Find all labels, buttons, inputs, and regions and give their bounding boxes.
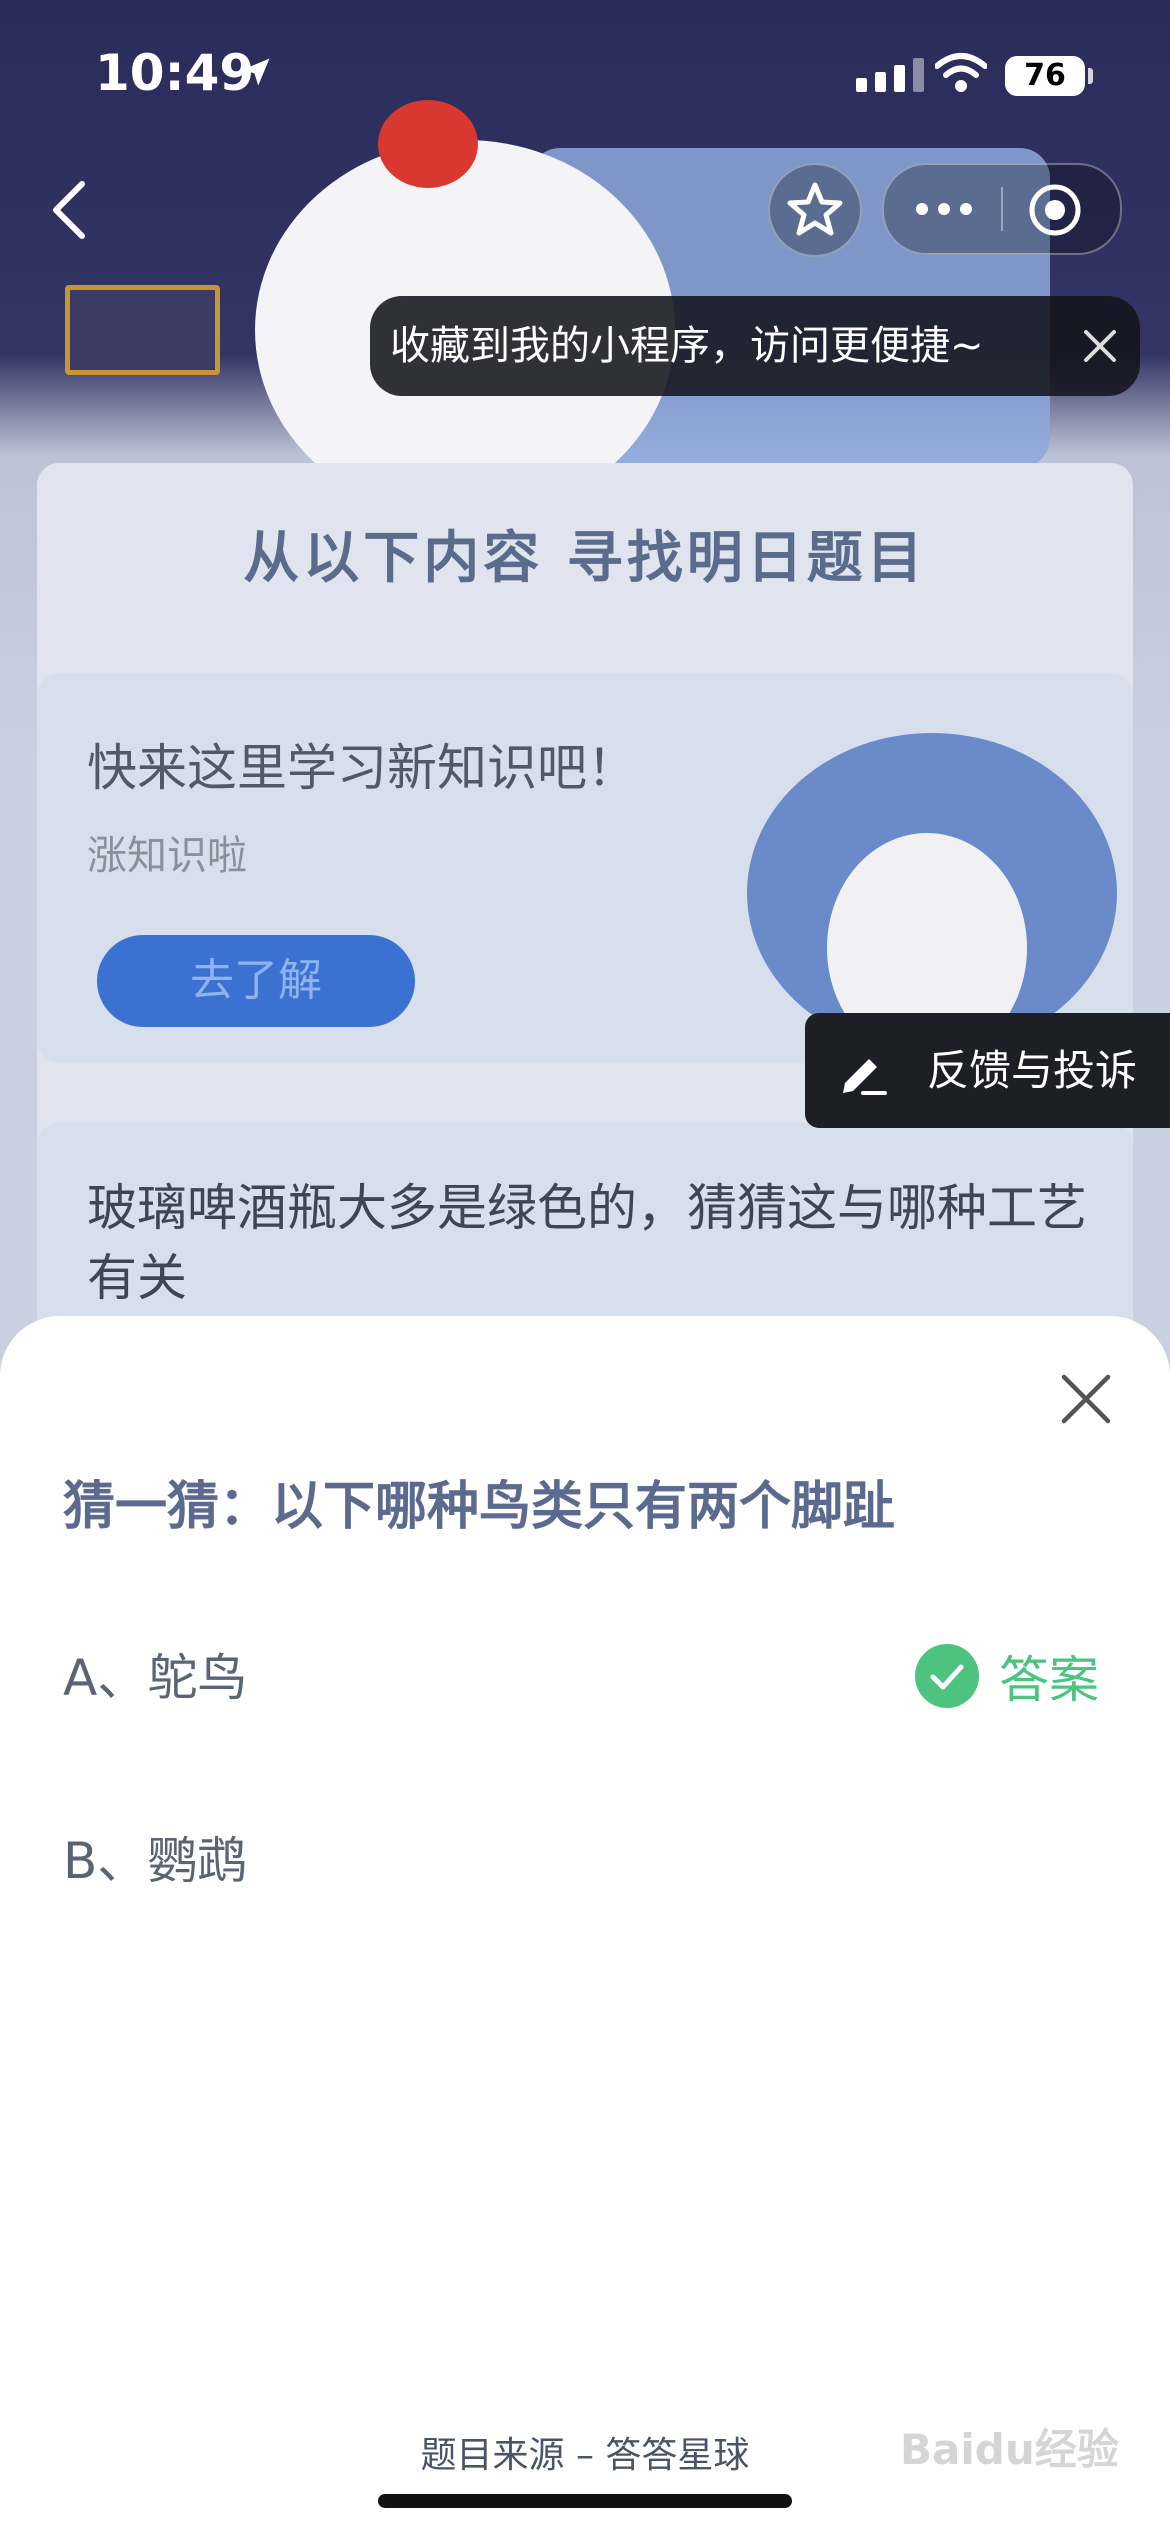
content-area: 从以下内容 寻找明日题目 快来这里学习新知识吧！ 涨知识啦 去了解 玻璃啤酒瓶大… [37,463,1133,1373]
add-favorite-tooltip: 收藏到我的小程序，访问更便捷~ [370,296,1140,396]
learn-card: 快来这里学习新知识吧！ 涨知识啦 去了解 [37,673,1133,1063]
mini-program-capsule [882,163,1122,255]
signal-icon [856,58,924,92]
learn-card-subtitle: 涨知识啦 [87,833,247,879]
wifi-icon [935,53,987,92]
status-bar: 10:49 76 [0,0,1170,150]
back-icon[interactable] [38,170,98,250]
tooltip-text: 收藏到我的小程序，访问更便捷~ [390,323,984,369]
capsule-divider [1001,187,1003,231]
question-card-text: 玻璃啤酒瓶大多是绿色的，猜猜这与哪种工艺有关 [87,1179,1087,1307]
favorite-button[interactable] [768,163,862,257]
battery-cap [1088,68,1093,84]
target-icon[interactable] [1027,182,1083,238]
close-icon[interactable] [1058,1371,1114,1427]
medal-frame-decoration [65,285,220,375]
answer-sheet: 猜一猜：以下哪种鸟类只有两个脚趾 A、鸵鸟 答案 B、鹦鹉 题目来源 – 答答星… [0,1316,1170,2532]
battery-icon: 76 [1005,56,1085,96]
feedback-label: 反馈与投诉 [927,1046,1138,1095]
edit-icon [843,1059,887,1095]
watermark: Baidu经验 [900,2425,1119,2474]
close-icon[interactable] [1080,326,1120,366]
status-time: 10:49 [95,44,255,102]
section-title: 从以下内容 寻找明日题目 [243,526,927,591]
option-b[interactable]: B、鹦鹉 [63,1821,247,1893]
feedback-button[interactable]: 反馈与投诉 [805,1013,1170,1128]
quiz-title: 猜一猜：以下哪种鸟类只有两个脚趾 [63,1477,896,1537]
star-icon [787,182,843,236]
check-icon [915,1644,979,1708]
learn-more-button[interactable]: 去了解 [97,935,415,1027]
more-icon[interactable] [914,195,974,223]
learn-card-title: 快来这里学习新知识吧！ [87,739,637,797]
option-a[interactable]: A、鸵鸟 [63,1638,247,1710]
answer-label: 答案 [999,1651,1099,1709]
location-arrow-icon [242,58,270,86]
home-indicator [378,2494,792,2508]
answer-badge: 答案 [915,1641,1099,1711]
